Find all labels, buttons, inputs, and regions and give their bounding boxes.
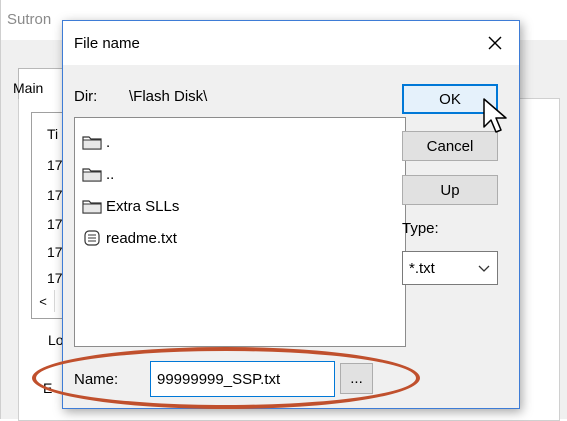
list-item[interactable]: readme.txt [81,226,177,250]
highlight-annotation [32,347,420,409]
dir-label: Dir: [74,88,98,105]
background-window-title: Sutron [7,11,52,28]
list-item[interactable]: Extra SLLs [81,194,179,218]
close-icon [488,36,502,50]
file-name: Extra SLLs [106,197,180,215]
type-dropdown[interactable]: *.txt [402,251,498,285]
folder-icon [81,196,103,216]
file-name: readme.txt [106,229,177,247]
chevron-down-icon [478,265,490,272]
type-label: Type: [402,220,439,237]
file-name: .. [106,165,115,183]
background-list-row: 17 [47,216,63,232]
file-name: . [106,133,111,151]
background-list-row: 17 [47,157,63,173]
dialog-title: File name [74,35,140,52]
background-list-row: 17 [47,244,63,260]
close-button[interactable] [481,30,509,56]
type-dropdown-value: *.txt [409,260,435,277]
cancel-button-label: Cancel [426,137,474,155]
list-item[interactable]: . [81,130,110,154]
dir-path: \Flash Disk\ [129,88,208,105]
list-item[interactable]: .. [81,162,114,186]
background-list-row: Ti [47,126,59,142]
background-tab-label[interactable]: Main [13,80,43,96]
file-list[interactable]: . .. Extra SLLs readme.txt [74,117,406,347]
mouse-cursor-icon [483,98,507,133]
background-list-row: 17 [47,187,63,203]
chevron-left-icon: < [39,293,47,309]
up-button[interactable]: Up [402,175,498,205]
background-list-row: 17 [47,270,63,286]
folder-icon [81,132,103,152]
folder-icon [81,164,103,184]
scroll-left-button[interactable]: < [32,290,55,312]
ok-button-label: OK [439,90,461,108]
text-file-icon [81,228,103,248]
up-button-label: Up [440,181,460,199]
